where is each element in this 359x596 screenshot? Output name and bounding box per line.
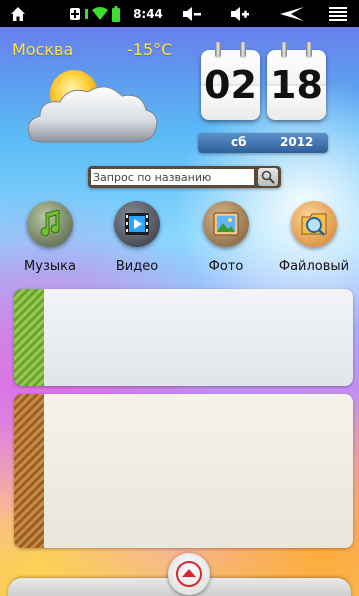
music-icon: [27, 201, 73, 247]
panel-body: [44, 289, 353, 386]
wifi-icon: [91, 0, 109, 27]
panel-stripe: [14, 394, 44, 548]
search-icon: [261, 170, 275, 184]
app-drawer-button[interactable]: [168, 553, 210, 595]
menu-icon[interactable]: [326, 0, 350, 27]
panel-stripe: [14, 289, 44, 386]
app-label-photo: Фото: [208, 259, 244, 274]
clock-ring: [240, 42, 246, 58]
weekday: сб: [231, 135, 247, 149]
photo-icon: [203, 201, 249, 247]
home-screen: 8:44 Москва -15°C 02 18 сб 2012 Запрос п…: [0, 0, 359, 596]
clock-ring: [215, 42, 221, 58]
usb-icon: [68, 0, 82, 27]
app-label-music: Музыка: [24, 259, 76, 274]
app-file-manager[interactable]: Файловый: [279, 201, 349, 274]
app-music[interactable]: Музыка: [15, 201, 85, 274]
clock-ring: [306, 42, 312, 58]
home-icon[interactable]: [4, 0, 32, 27]
app-label-video: Видео: [115, 259, 159, 274]
back-icon[interactable]: [278, 0, 306, 27]
app-photo[interactable]: Фото: [191, 201, 261, 274]
search-input[interactable]: [91, 169, 254, 185]
clock-minutes-value: 18: [270, 63, 323, 107]
partly-cloudy-icon[interactable]: [22, 62, 162, 152]
search-box: [88, 166, 281, 188]
clock-hours-value: 02: [204, 63, 257, 107]
app-video[interactable]: Видео: [102, 201, 172, 274]
clock-ring: [281, 42, 287, 58]
battery-icon: [110, 0, 122, 27]
status-bar: 8:44: [0, 0, 359, 27]
volume-up-icon[interactable]: [228, 0, 252, 27]
panel-body: [44, 394, 353, 548]
clock-time: 8:44: [133, 6, 163, 21]
app-label-file-manager: Файловый: [278, 259, 350, 274]
date-bar: сб 2012: [198, 133, 328, 153]
chevron-up-icon: [176, 561, 202, 587]
year: 2012: [280, 135, 314, 149]
file-manager-icon: [291, 201, 337, 247]
volume-down-icon[interactable]: [180, 0, 204, 27]
widget-panel-1[interactable]: [14, 289, 353, 386]
signal-icon: [83, 0, 91, 27]
search-button[interactable]: [258, 168, 278, 186]
widget-panel-2[interactable]: [14, 394, 353, 548]
clock-hours[interactable]: 02: [201, 42, 260, 120]
weather-temperature: -15°C: [127, 40, 173, 59]
video-icon: [114, 201, 160, 247]
clock-minutes[interactable]: 18: [267, 42, 326, 120]
weather-city[interactable]: Москва: [12, 40, 73, 59]
